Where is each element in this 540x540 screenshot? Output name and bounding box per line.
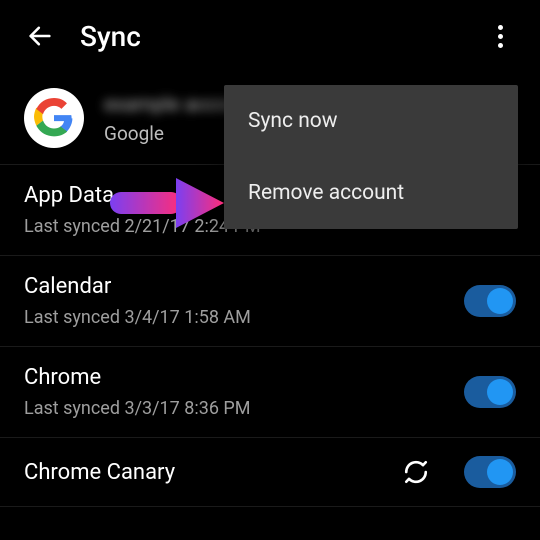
menu-item-remove-account[interactable]: Remove account [224, 157, 518, 229]
menu-item-sync-now[interactable]: Sync now [224, 85, 518, 157]
toggle-switch[interactable] [464, 376, 516, 408]
toggle-switch[interactable] [464, 456, 516, 488]
app-bar: Sync [0, 0, 540, 72]
overflow-menu-icon[interactable] [476, 12, 524, 60]
back-arrow-icon[interactable] [16, 12, 64, 60]
overflow-popup-menu: Sync now Remove account [224, 85, 518, 229]
item-subtitle: Last synced 3/3/17 8:36 PM [24, 398, 448, 419]
toggle-switch[interactable] [464, 285, 516, 317]
item-title: Chrome [24, 365, 448, 390]
item-title: Calendar [24, 274, 448, 299]
sync-rotate-icon [402, 458, 430, 486]
google-g-icon [24, 88, 84, 148]
list-item[interactable]: Calendar Last synced 3/4/17 1:58 AM [0, 255, 540, 346]
list-item[interactable]: Chrome Canary [0, 437, 540, 507]
list-item[interactable]: Chrome Last synced 3/3/17 8:36 PM [0, 346, 540, 437]
item-subtitle: Last synced 3/4/17 1:58 AM [24, 307, 448, 328]
item-title: Chrome Canary [24, 460, 402, 485]
page-title: Sync [80, 20, 476, 53]
